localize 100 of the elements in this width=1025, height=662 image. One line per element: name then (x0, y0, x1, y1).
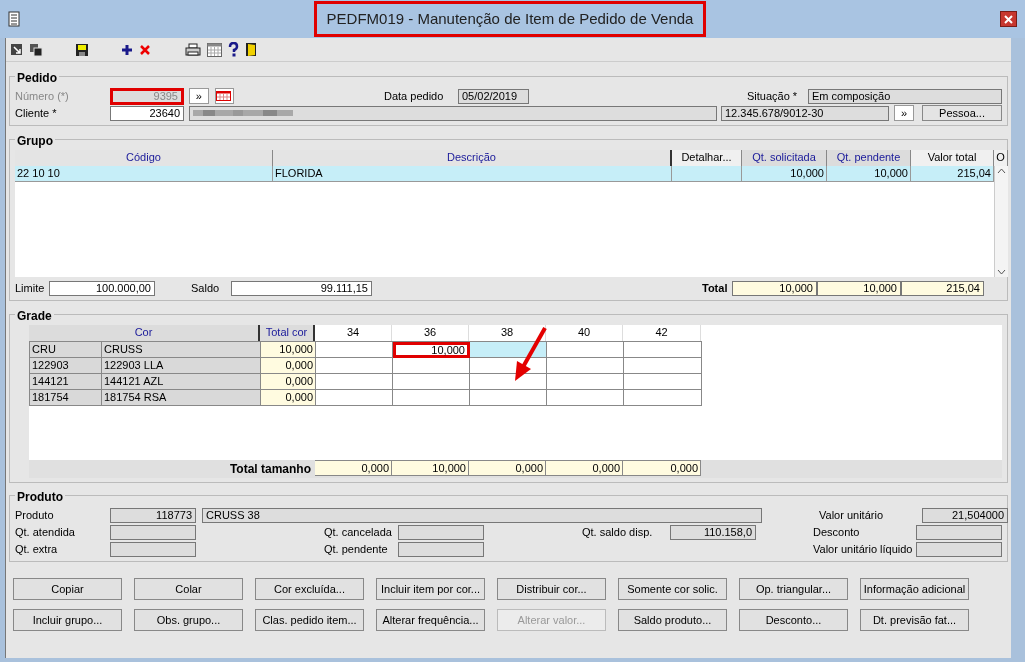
scroll-up-icon[interactable] (995, 166, 1008, 176)
save-icon[interactable] (75, 42, 89, 57)
field-label: Produto (15, 507, 55, 523)
status-field[interactable]: Em composição (808, 88, 1002, 104)
grid-cell[interactable] (547, 358, 624, 374)
grid-cell[interactable] (470, 390, 547, 406)
close-button[interactable] (1000, 11, 1017, 27)
table-cell: FLORIDA (273, 166, 672, 182)
table-cell: 181754 (30, 390, 102, 406)
table-cell: 10,000 (261, 342, 316, 358)
total-label: Total tamanho (228, 461, 312, 478)
add-icon[interactable] (121, 43, 133, 56)
field-label: Valor unitário líquido (813, 541, 914, 557)
person-button[interactable]: Pessoa... (922, 105, 1002, 121)
field-label: Data pedido (384, 88, 445, 104)
grid-cell[interactable] (624, 374, 702, 390)
table-cell: 10,000 (742, 166, 827, 182)
product-name-field[interactable]: CRUSS 38 (202, 507, 762, 523)
total-field: 0,000 (623, 460, 701, 476)
table-cell: CRU (30, 342, 102, 358)
grid-cell[interactable] (547, 374, 624, 390)
grid-cell[interactable] (624, 358, 702, 374)
action-button[interactable]: Distribuir cor... (497, 578, 606, 600)
action-button[interactable]: Colar (134, 578, 243, 600)
balance-field[interactable]: 110.158,0 (670, 524, 756, 540)
column-header[interactable]: Detalhar... (672, 150, 742, 166)
column-header[interactable]: Valor total (911, 150, 994, 166)
grid-cell[interactable] (316, 358, 393, 374)
total-field: 0,000 (546, 460, 623, 476)
total-field[interactable]: 10,000 (732, 280, 817, 296)
print-icon[interactable] (185, 42, 201, 57)
windows-icon[interactable] (29, 42, 43, 57)
action-button[interactable]: Copiar (13, 578, 122, 600)
action-button[interactable]: Dt. previsão fat... (860, 609, 969, 631)
grid-cell[interactable] (624, 390, 702, 406)
action-button[interactable]: Desconto... (739, 609, 848, 631)
total-field: 10,000 (392, 460, 469, 476)
net-price-field[interactable] (916, 541, 1002, 557)
arrow-icon[interactable] (10, 43, 23, 56)
delete-icon[interactable] (139, 43, 151, 56)
window-title: PEDFM019 - Manutenção de Item de Pedido de Venda (313, 0, 707, 38)
grid-cell[interactable] (624, 342, 702, 358)
discount-field[interactable] (916, 524, 1002, 540)
unit-price-field[interactable]: 21,504000 (922, 507, 1008, 523)
action-button[interactable]: Op. triangular... (739, 578, 848, 600)
quantity-field[interactable] (398, 541, 484, 557)
calendar-button[interactable] (214, 88, 234, 104)
table-cell: 122903 (30, 358, 102, 374)
quantity-field[interactable] (398, 524, 484, 540)
column-header[interactable]: Qt. pendente (827, 150, 911, 166)
scrollbar[interactable] (994, 166, 1008, 277)
product-code-field[interactable]: 118773 (110, 507, 196, 523)
table-cell: 0,000 (261, 374, 316, 390)
column-header[interactable]: Cor (29, 325, 260, 341)
total-field[interactable]: 10,000 (817, 280, 901, 296)
action-button[interactable]: Obs. grupo... (134, 609, 243, 631)
total-field[interactable]: 215,04 (901, 280, 984, 296)
grid-cell[interactable] (393, 390, 470, 406)
scroll-down-icon[interactable] (995, 267, 1008, 277)
door-icon[interactable] (245, 42, 258, 57)
action-button[interactable]: Clas. pedido item... (255, 609, 364, 631)
action-button[interactable]: Informação adicional (860, 578, 969, 600)
column-header[interactable]: O (994, 150, 1008, 166)
table-cell: 215,04 (911, 166, 994, 182)
action-button[interactable]: Incluir grupo... (13, 609, 122, 631)
help-icon[interactable] (228, 42, 239, 57)
client-field[interactable]: 23640 (110, 105, 184, 121)
total-field: 0,000 (469, 460, 546, 476)
quantity-field[interactable] (110, 541, 196, 557)
date-field[interactable]: 05/02/2019 (458, 88, 529, 104)
action-button[interactable]: Incluir item por cor... (376, 578, 485, 600)
grid-cell[interactable] (393, 374, 470, 390)
grid-cell[interactable] (547, 342, 624, 358)
document-field[interactable]: 12.345.678/9012-30 (721, 105, 889, 121)
table-cell: 0,000 (261, 390, 316, 406)
calendar-icon (215, 91, 231, 101)
grid-cell[interactable] (393, 358, 470, 374)
column-header[interactable]: Qt. solicitada (742, 150, 827, 166)
field-label: Qt. pendente (324, 541, 389, 557)
grid-cell[interactable] (470, 342, 547, 358)
grid-cell[interactable] (316, 390, 393, 406)
grid-cell[interactable]: 10,000 (393, 342, 470, 358)
action-button[interactable]: Alterar frequência... (376, 609, 485, 631)
calendar-icon[interactable] (207, 42, 222, 57)
next-button[interactable]: » (894, 105, 915, 121)
action-button[interactable]: Somente cor solic. (618, 578, 727, 600)
action-button[interactable]: Cor excluída... (255, 578, 364, 600)
column-header[interactable]: Total cor (260, 325, 315, 341)
quantity-field[interactable] (110, 524, 196, 540)
field-label: Situação * (747, 88, 799, 104)
next-button[interactable]: » (189, 88, 209, 104)
balance-field[interactable]: 99.111,15 (231, 280, 372, 296)
grid-cell[interactable] (316, 374, 393, 390)
field-label: Qt. atendida (15, 524, 76, 540)
limit-field[interactable]: 100.000,00 (49, 280, 155, 296)
action-button[interactable]: Saldo produto... (618, 609, 727, 631)
grid-cell[interactable] (547, 390, 624, 406)
grid-cell[interactable] (470, 374, 547, 390)
grid-cell[interactable] (316, 342, 393, 358)
table-cell: 144121 (30, 374, 102, 390)
